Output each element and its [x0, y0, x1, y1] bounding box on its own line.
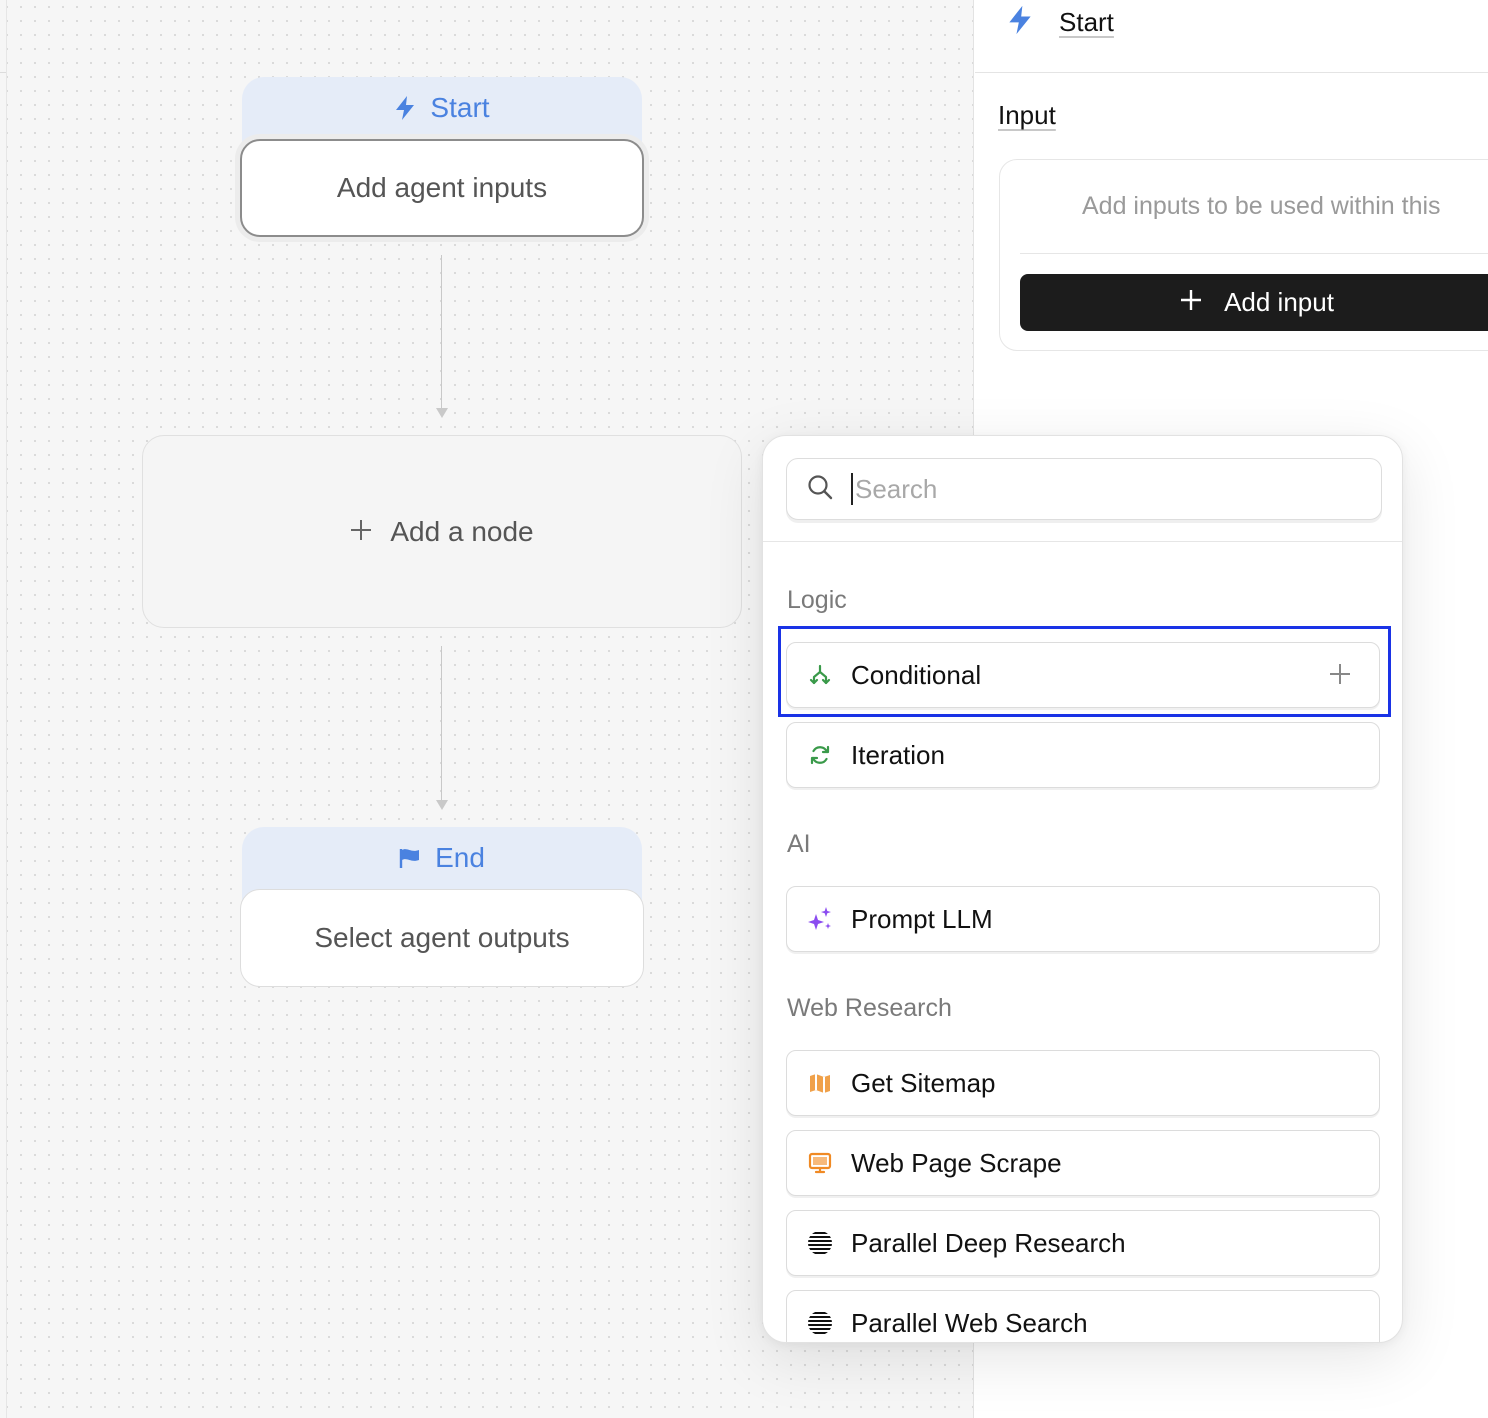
group-label-ai: AI	[787, 830, 811, 858]
connector-line	[441, 255, 442, 408]
plus-icon	[350, 516, 372, 548]
end-node-title: End	[435, 842, 485, 873]
canvas-divider	[0, 72, 6, 73]
lightning-icon	[394, 95, 416, 121]
add-input-button[interactable]: Add input	[1020, 274, 1488, 331]
panel-title: Start	[1059, 6, 1114, 37]
add-input-label: Add input	[1224, 287, 1334, 317]
iteration-icon	[807, 742, 833, 768]
input-card: Add inputs to be used within this Add in…	[999, 159, 1488, 351]
node-option-prompt-llm[interactable]: Prompt LLM	[786, 886, 1380, 952]
search-input[interactable]	[851, 473, 1351, 505]
node-option-web-page-scrape[interactable]: Web Page Scrape	[786, 1130, 1380, 1196]
node-option-conditional[interactable]: Conditional	[786, 642, 1380, 708]
node-option-label: Parallel Deep Research	[851, 1227, 1126, 1258]
sparkles-icon	[807, 906, 833, 932]
node-option-parallel-web-search[interactable]: Parallel Web Search	[786, 1290, 1380, 1342]
node-option-label: Iteration	[851, 739, 945, 770]
canvas-edge	[6, 0, 7, 1418]
node-option-get-sitemap[interactable]: Get Sitemap	[786, 1050, 1380, 1116]
search-box[interactable]	[786, 458, 1382, 520]
input-hint-text: Add inputs to be used within this	[1082, 192, 1441, 220]
start-node-title: Start	[430, 92, 490, 123]
node-option-label: Prompt LLM	[851, 903, 993, 934]
node-option-label: Conditional	[851, 659, 982, 690]
add-plus-icon[interactable]	[1329, 661, 1351, 692]
node-option-label: Parallel Web Search	[851, 1307, 1088, 1338]
end-node[interactable]: End Select agent outputs	[240, 827, 644, 987]
add-node-placeholder[interactable]: Add a node	[142, 435, 742, 628]
node-picker-popover: Logic Conditional Iteration AI Prompt LL…	[762, 435, 1403, 1343]
add-node-label: Add a node	[390, 515, 534, 547]
parallel-icon	[807, 1310, 833, 1336]
divider	[1020, 253, 1488, 254]
add-agent-inputs-button[interactable]: Add agent inputs	[240, 139, 644, 237]
plus-icon	[1180, 287, 1202, 318]
input-section-heading: Input	[998, 100, 1056, 130]
node-option-label: Get Sitemap	[851, 1067, 996, 1098]
select-agent-outputs-button[interactable]: Select agent outputs	[240, 889, 644, 987]
group-label-logic: Logic	[787, 586, 847, 614]
search-icon	[807, 474, 833, 505]
end-node-header: End	[242, 827, 642, 889]
start-node-header: Start	[242, 77, 642, 139]
conditional-icon	[807, 662, 833, 688]
node-option-parallel-deep-research[interactable]: Parallel Deep Research	[786, 1210, 1380, 1276]
monitor-icon	[807, 1150, 833, 1176]
parallel-icon	[807, 1230, 833, 1256]
node-option-label: Web Page Scrape	[851, 1147, 1062, 1178]
lightning-icon	[1007, 4, 1033, 41]
connector-arrow	[436, 408, 448, 418]
divider	[763, 541, 1402, 542]
start-node[interactable]: Start Add agent inputs	[240, 77, 644, 241]
group-label-web-research: Web Research	[787, 994, 952, 1022]
panel-header: Start	[975, 0, 1488, 73]
map-icon	[807, 1070, 833, 1096]
node-option-iteration[interactable]: Iteration	[786, 722, 1380, 788]
connector-line	[441, 646, 442, 800]
connector-arrow	[436, 800, 448, 810]
flag-icon	[399, 847, 421, 869]
